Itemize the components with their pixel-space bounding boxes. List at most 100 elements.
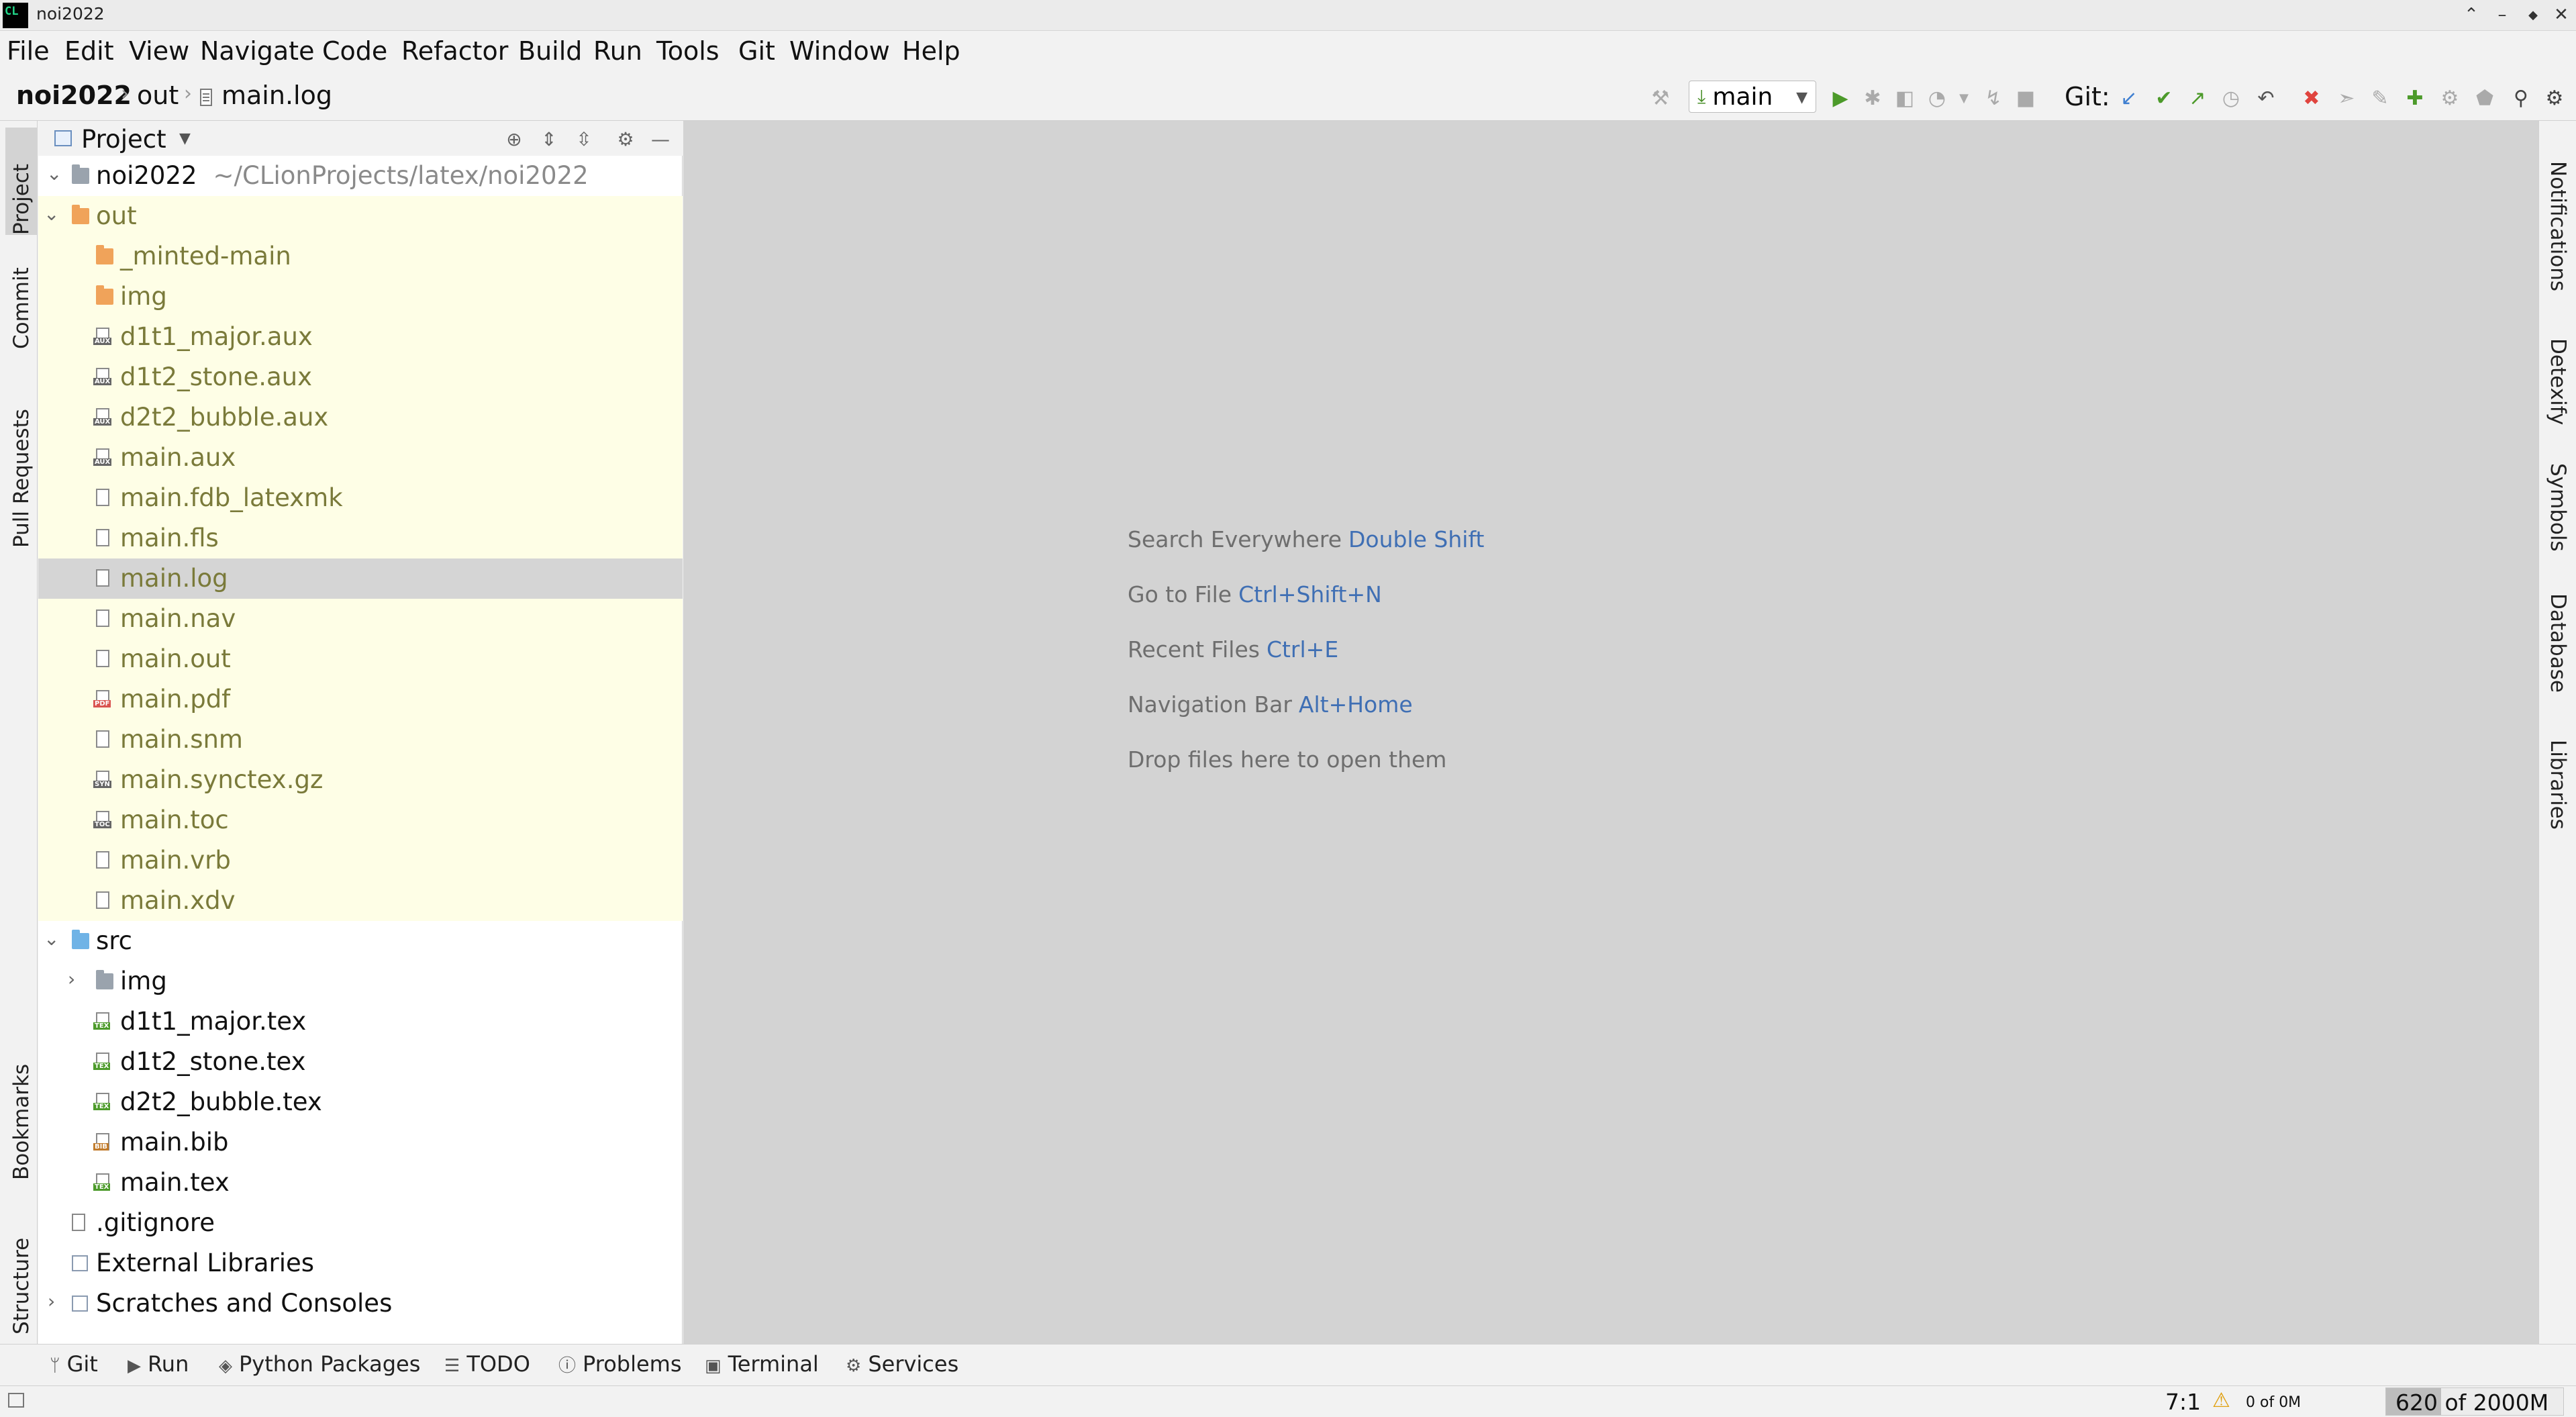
menu-navigate[interactable]: Navigate xyxy=(200,36,314,66)
tree-item[interactable]: PDF main.pdf xyxy=(38,679,683,720)
tab-libraries[interactable]: Libraries xyxy=(2546,740,2570,830)
minimize-button[interactable]: – xyxy=(2487,1,2517,28)
chevron-down-icon[interactable]: ⌄ xyxy=(46,162,62,185)
menu-tools[interactable]: Tools xyxy=(656,36,720,66)
tab-database[interactable]: Database xyxy=(2546,593,2570,693)
pen-icon[interactable]: ✎ xyxy=(2367,85,2393,111)
git-update-icon[interactable]: ↙ xyxy=(2116,85,2142,111)
breadcrumb-project[interactable]: noi2022 xyxy=(16,81,132,110)
chevron-right-icon[interactable]: › xyxy=(68,968,75,990)
chevron-down-icon[interactable]: ⌄ xyxy=(44,928,59,950)
tree-item[interactable]: SYN main.synctex.gz xyxy=(38,760,683,800)
chevron-right-icon[interactable]: › xyxy=(48,1290,55,1312)
editor-area[interactable]: Search Everywhere Double Shift Go to File… xyxy=(683,121,2538,1344)
caret-position[interactable]: 7:1 xyxy=(2165,1389,2201,1415)
breadcrumb-folder[interactable]: out xyxy=(137,81,179,110)
tree-item[interactable]: main.nav xyxy=(38,599,683,639)
locate-icon[interactable]: ⊕ xyxy=(501,126,527,152)
tree-item[interactable]: TEX main.tex xyxy=(38,1163,683,1203)
memory-indicator[interactable]: 620 of 2000M xyxy=(2385,1387,2564,1416)
tab-structure[interactable]: Structure xyxy=(5,1214,38,1334)
toolwindow-python-packages[interactable]: ◈ Python Packages xyxy=(219,1351,420,1377)
panel-toggle-icon[interactable] xyxy=(8,1393,24,1408)
tree-item[interactable]: main.xdv xyxy=(38,881,683,921)
tree-item[interactable]: BIB main.bib xyxy=(38,1122,683,1163)
hide-icon[interactable]: — xyxy=(648,126,673,152)
progress-indicator[interactable]: 0 of 0M xyxy=(2246,1394,2301,1411)
collapse-all-icon[interactable]: ⇳ xyxy=(571,126,597,152)
menu-run[interactable]: Run xyxy=(593,36,642,66)
add-icon[interactable]: ✚ xyxy=(2401,85,2428,111)
settings-icon[interactable]: ⚙ xyxy=(2541,85,2568,111)
tree-item[interactable]: ⌄ src xyxy=(38,921,683,961)
tree-item[interactable]: main.vrb xyxy=(38,840,683,881)
tab-notifications[interactable]: Notifications xyxy=(2546,161,2570,291)
run-config-selector[interactable]: ⤓ main ▼ xyxy=(1689,81,1816,113)
tree-item[interactable]: main.snm xyxy=(38,720,683,760)
tree-item[interactable]: TEX d1t2_stone.tex xyxy=(38,1042,683,1082)
tag-icon[interactable]: ⬟ xyxy=(2471,85,2498,111)
menu-build[interactable]: Build xyxy=(518,36,582,66)
tab-symbols[interactable]: Symbols xyxy=(2546,463,2570,552)
breadcrumb-file[interactable]: main.log xyxy=(221,81,332,110)
tree-item[interactable]: AUX main.aux xyxy=(38,438,683,478)
chevron-down-icon[interactable]: ▼ xyxy=(1950,85,1977,111)
menu-git[interactable]: Git xyxy=(738,36,775,66)
tree-item[interactable]: TEX d2t2_bubble.tex xyxy=(38,1082,683,1122)
toolwindow-git[interactable]: ᛘ Git xyxy=(50,1351,98,1377)
chevron-down-icon[interactable]: ⌄ xyxy=(44,203,59,225)
menu-refactor[interactable]: Refactor xyxy=(401,36,508,66)
toolwindow-problems[interactable]: ⓘ Problems xyxy=(558,1351,682,1377)
menu-file[interactable]: File xyxy=(7,36,50,66)
tree-item[interactable]: main.fdb_latexmk xyxy=(38,478,683,518)
coverage-icon[interactable]: ◧ xyxy=(1891,85,1918,111)
toolwindow-terminal[interactable]: ▣ Terminal xyxy=(705,1351,819,1377)
hammer-icon[interactable]: ⚒ xyxy=(1647,85,1674,111)
tree-item[interactable]: _minted-main xyxy=(38,236,683,277)
tab-detexify[interactable]: Detexify xyxy=(2546,338,2570,425)
tree-external-libraries[interactable]: External Libraries xyxy=(38,1243,683,1283)
tree-item[interactable]: main.log xyxy=(38,558,683,599)
run-icon[interactable]: ▶ xyxy=(1827,85,1854,111)
close-button[interactable]: ✕ xyxy=(2546,1,2576,28)
tree-item[interactable]: AUX d1t1_major.aux xyxy=(38,317,683,357)
chevron-down-icon[interactable]: ▼ xyxy=(179,130,191,147)
tree-item[interactable]: › img xyxy=(38,961,683,1001)
tree-item[interactable]: main.out xyxy=(38,639,683,679)
attach-icon[interactable]: ↯ xyxy=(1980,85,2007,111)
tab-pull-requests[interactable]: Pull Requests xyxy=(5,387,38,548)
tab-bookmarks[interactable]: Bookmarks xyxy=(5,1046,38,1180)
toolwindow-services[interactable]: ⚙ Services xyxy=(846,1351,958,1377)
rollback-icon[interactable]: ↶ xyxy=(2252,85,2279,111)
tab-commit[interactable]: Commit xyxy=(5,248,38,349)
toolwindow-run[interactable]: ▶ Run xyxy=(128,1351,189,1377)
tree-item[interactable]: img xyxy=(38,277,683,317)
project-panel-title[interactable]: Project xyxy=(81,125,166,154)
git-commit-icon[interactable]: ✔ xyxy=(2150,85,2177,111)
menu-window[interactable]: Window xyxy=(789,36,890,66)
tree-scratches[interactable]: › Scratches and Consoles xyxy=(38,1283,683,1324)
gear-outline-icon[interactable]: ⚙ xyxy=(2436,85,2463,111)
error-icon[interactable]: ✖ xyxy=(2298,85,2325,111)
send-icon[interactable]: ➣ xyxy=(2333,85,2360,111)
gear-icon[interactable]: ⚙ xyxy=(613,126,638,152)
toolwindow-todo[interactable]: ☰ TODO xyxy=(444,1351,530,1377)
stop-icon[interactable]: ■ xyxy=(2012,85,2039,111)
history-icon[interactable]: ◷ xyxy=(2218,85,2244,111)
menu-view[interactable]: View xyxy=(129,36,189,66)
menu-code[interactable]: Code xyxy=(322,36,387,66)
tree-item[interactable]: main.fls xyxy=(38,518,683,558)
tree-item[interactable]: .gitignore xyxy=(38,1203,683,1243)
menu-edit[interactable]: Edit xyxy=(64,36,114,66)
search-icon[interactable]: ⚲ xyxy=(2508,85,2534,111)
tab-project[interactable]: Project xyxy=(5,128,38,235)
warning-icon[interactable]: ⚠ xyxy=(2212,1389,2230,1412)
tree-item[interactable]: ⌄ out xyxy=(38,196,683,236)
tree-item[interactable]: TEX d1t1_major.tex xyxy=(38,1001,683,1042)
git-push-icon[interactable]: ↗ xyxy=(2184,85,2211,111)
tree-item[interactable]: AUX d1t2_stone.aux xyxy=(38,357,683,397)
maximize-button[interactable]: ◆ xyxy=(2518,1,2548,28)
menu-help[interactable]: Help xyxy=(902,36,960,66)
tree-item[interactable]: AUX d2t2_bubble.aux xyxy=(38,397,683,438)
debug-icon[interactable]: ✱ xyxy=(1859,85,1886,111)
